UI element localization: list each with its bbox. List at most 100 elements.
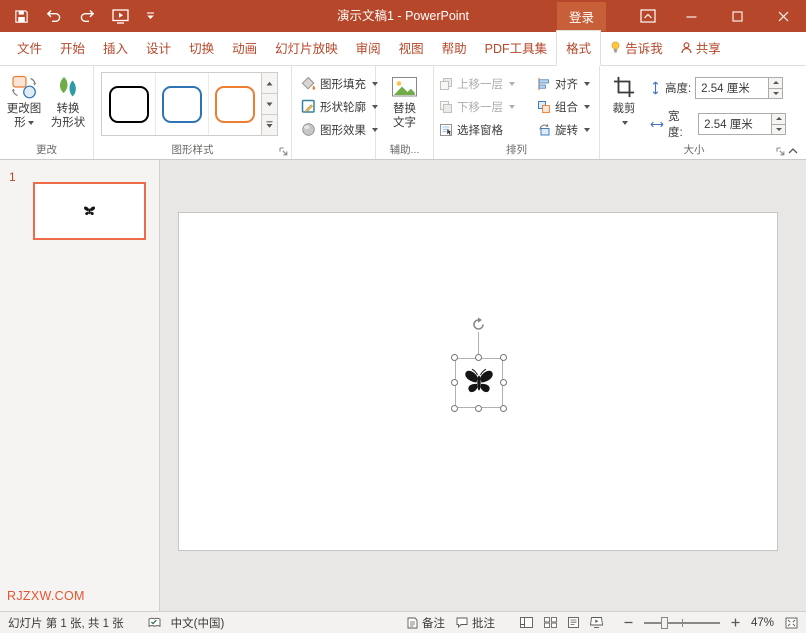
slideshow-view-button[interactable] <box>590 617 603 628</box>
resize-handle-s[interactable] <box>475 405 482 412</box>
height-input[interactable] <box>696 78 766 98</box>
redo-icon[interactable] <box>79 9 95 23</box>
group-label-size: 大小 <box>602 142 786 159</box>
comments-icon <box>456 617 468 628</box>
start-slideshow-icon[interactable] <box>112 9 129 24</box>
resize-handle-ne[interactable] <box>500 354 507 361</box>
width-input[interactable] <box>699 114 769 134</box>
zoom-out-icon[interactable] <box>624 618 633 627</box>
save-icon[interactable] <box>14 9 29 24</box>
tab-design[interactable]: 设计 <box>137 31 180 65</box>
shape-styles-dialog-launcher-icon[interactable] <box>279 147 288 156</box>
tab-slideshow[interactable]: 幻灯片放映 <box>266 31 347 65</box>
shape-outline-icon <box>301 99 316 114</box>
change-shape-icon <box>11 72 37 102</box>
qat-dropdown-icon[interactable] <box>146 12 155 20</box>
rotate-button[interactable]: 旋转 <box>534 119 593 140</box>
align-button[interactable]: 对齐 <box>534 73 593 94</box>
thumbnail-butterfly-shape <box>83 205 96 217</box>
height-steppers <box>768 78 782 98</box>
tab-pdf-tools[interactable]: PDF工具集 <box>476 31 557 65</box>
crop-icon <box>613 72 635 102</box>
resize-handle-w[interactable] <box>451 379 458 386</box>
chevron-down-icon <box>509 82 515 86</box>
shape-style-option-2[interactable] <box>155 73 208 135</box>
change-shape-button[interactable]: 更改图 形 <box>2 68 46 142</box>
ribbon-display-options-icon[interactable] <box>628 0 668 32</box>
slide-thumbnail-1[interactable] <box>33 182 146 240</box>
tab-share[interactable]: 共享 <box>672 31 730 65</box>
shape-outline-button[interactable]: 形状轮廓 <box>298 96 381 117</box>
tab-transitions[interactable]: 切换 <box>180 31 223 65</box>
tab-format-active[interactable]: 格式 <box>556 30 601 66</box>
convert-to-shape-button[interactable]: 转换 为形状 <box>46 68 90 142</box>
gallery-scroll-up-icon[interactable] <box>262 73 277 93</box>
zoom-slider-thumb[interactable] <box>661 617 668 629</box>
bring-forward-button[interactable]: 上移一层 <box>436 73 534 94</box>
resize-handle-e[interactable] <box>500 379 507 386</box>
group-label-empty <box>294 142 373 159</box>
height-step-down-icon[interactable] <box>769 88 782 99</box>
zoom-slider[interactable] <box>644 622 720 624</box>
width-step-down-icon[interactable] <box>772 124 785 135</box>
resize-handle-n[interactable] <box>475 354 482 361</box>
resize-handle-nw[interactable] <box>451 354 458 361</box>
chevron-down-icon <box>509 105 515 109</box>
tab-insert[interactable]: 插入 <box>94 31 137 65</box>
group-label-accessibility: 辅助... <box>378 142 431 159</box>
tab-help[interactable]: 帮助 <box>433 31 476 65</box>
group-button[interactable]: 组合 <box>534 96 593 117</box>
ribbon-tab-bar: 文件 开始 插入 设计 切换 动画 幻灯片放映 审阅 视图 帮助 PDF工具集 … <box>0 32 806 66</box>
shape-effects-button[interactable]: 图形效果 <box>298 119 381 140</box>
language-indicator[interactable]: 中文(中国) <box>171 615 225 631</box>
zoom-in-icon[interactable] <box>731 618 740 627</box>
selection-pane-button[interactable]: 选择窗格 <box>436 119 534 140</box>
butterfly-shape[interactable] <box>463 367 495 397</box>
tab-home[interactable]: 开始 <box>51 31 94 65</box>
normal-view-button[interactable] <box>520 617 533 628</box>
shape-fill-button[interactable]: 图形填充 <box>298 73 381 94</box>
tab-review[interactable]: 审阅 <box>347 31 390 65</box>
reading-view-button[interactable] <box>568 617 579 628</box>
close-icon[interactable] <box>760 0 806 32</box>
size-dialog-launcher-icon[interactable] <box>776 147 785 156</box>
chevron-down-icon <box>584 128 590 132</box>
undo-icon[interactable] <box>46 9 62 23</box>
gallery-more-icon[interactable] <box>262 114 277 135</box>
alt-text-button[interactable]: 替换 文字 <box>383 68 427 142</box>
spellcheck-icon[interactable] <box>148 617 161 629</box>
maximize-icon[interactable] <box>714 0 760 32</box>
ribbon-group-change: 更改图 形 转换 为形状 更改 <box>0 66 94 159</box>
shape-style-option-1[interactable] <box>102 73 155 135</box>
minimize-icon[interactable] <box>668 0 714 32</box>
lightbulb-icon <box>610 41 621 54</box>
resize-handle-sw[interactable] <box>451 405 458 412</box>
width-step-up-icon[interactable] <box>772 114 785 124</box>
ribbon-group-shape-styles: 图形样式 <box>94 66 292 159</box>
bring-forward-icon <box>439 77 453 91</box>
collapse-ribbon-icon[interactable] <box>788 148 798 154</box>
fit-window-icon[interactable] <box>785 617 798 629</box>
sign-in-button[interactable]: 登录 <box>557 2 606 31</box>
send-backward-button[interactable]: 下移一层 <box>436 96 534 117</box>
shape-style-option-3[interactable] <box>208 73 261 135</box>
rotation-handle-icon[interactable] <box>471 317 486 332</box>
comments-toggle[interactable]: 批注 <box>456 615 495 631</box>
tab-tell-me[interactable]: 告诉我 <box>601 31 672 65</box>
zoom-level[interactable]: 47% <box>751 617 774 629</box>
height-icon <box>650 81 661 95</box>
crop-button[interactable]: 裁剪 <box>602 68 646 142</box>
tab-file[interactable]: 文件 <box>8 31 51 65</box>
height-step-up-icon[interactable] <box>769 78 782 88</box>
resize-handle-se[interactable] <box>500 405 507 412</box>
notes-icon <box>407 617 418 629</box>
style-thumb-orange-outline <box>215 86 255 123</box>
editing-canvas <box>160 160 806 611</box>
gallery-scroll-down-icon[interactable] <box>262 93 277 114</box>
tab-animations[interactable]: 动画 <box>223 31 266 65</box>
tab-view[interactable]: 视图 <box>390 31 433 65</box>
ribbon-group-accessibility: 替换 文字 辅助... <box>376 66 434 159</box>
watermark-text: RJZXW.COM <box>7 589 85 603</box>
slide-sorter-view-button[interactable] <box>544 617 557 628</box>
notes-toggle[interactable]: 备注 <box>407 615 445 631</box>
